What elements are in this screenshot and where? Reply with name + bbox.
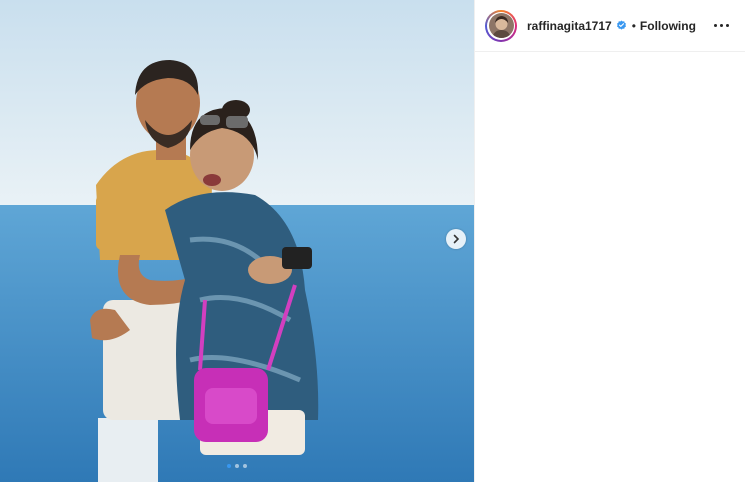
- separator-dot: •: [631, 18, 636, 33]
- carousel-dot-3: [243, 464, 247, 468]
- avatar[interactable]: [485, 9, 517, 42]
- carousel-dot-1: [227, 464, 231, 468]
- carousel-dot-2: [235, 464, 239, 468]
- post-side-panel: raffinagita1717 • Following: [474, 0, 745, 482]
- post-photo-image: [0, 0, 474, 482]
- username-link[interactable]: raffinagita1717: [527, 19, 612, 33]
- post-header: raffinagita1717 • Following: [475, 0, 745, 52]
- carousel-next-button[interactable]: [446, 229, 466, 249]
- avatar-image: [488, 13, 514, 38]
- more-options-button[interactable]: [710, 20, 733, 31]
- chevron-right-icon: [453, 234, 460, 244]
- more-options-icon: [714, 24, 717, 27]
- verified-badge-icon: [616, 20, 627, 31]
- post-photo[interactable]: [0, 0, 474, 482]
- following-button[interactable]: Following: [640, 19, 696, 33]
- carousel-indicator: [0, 464, 474, 468]
